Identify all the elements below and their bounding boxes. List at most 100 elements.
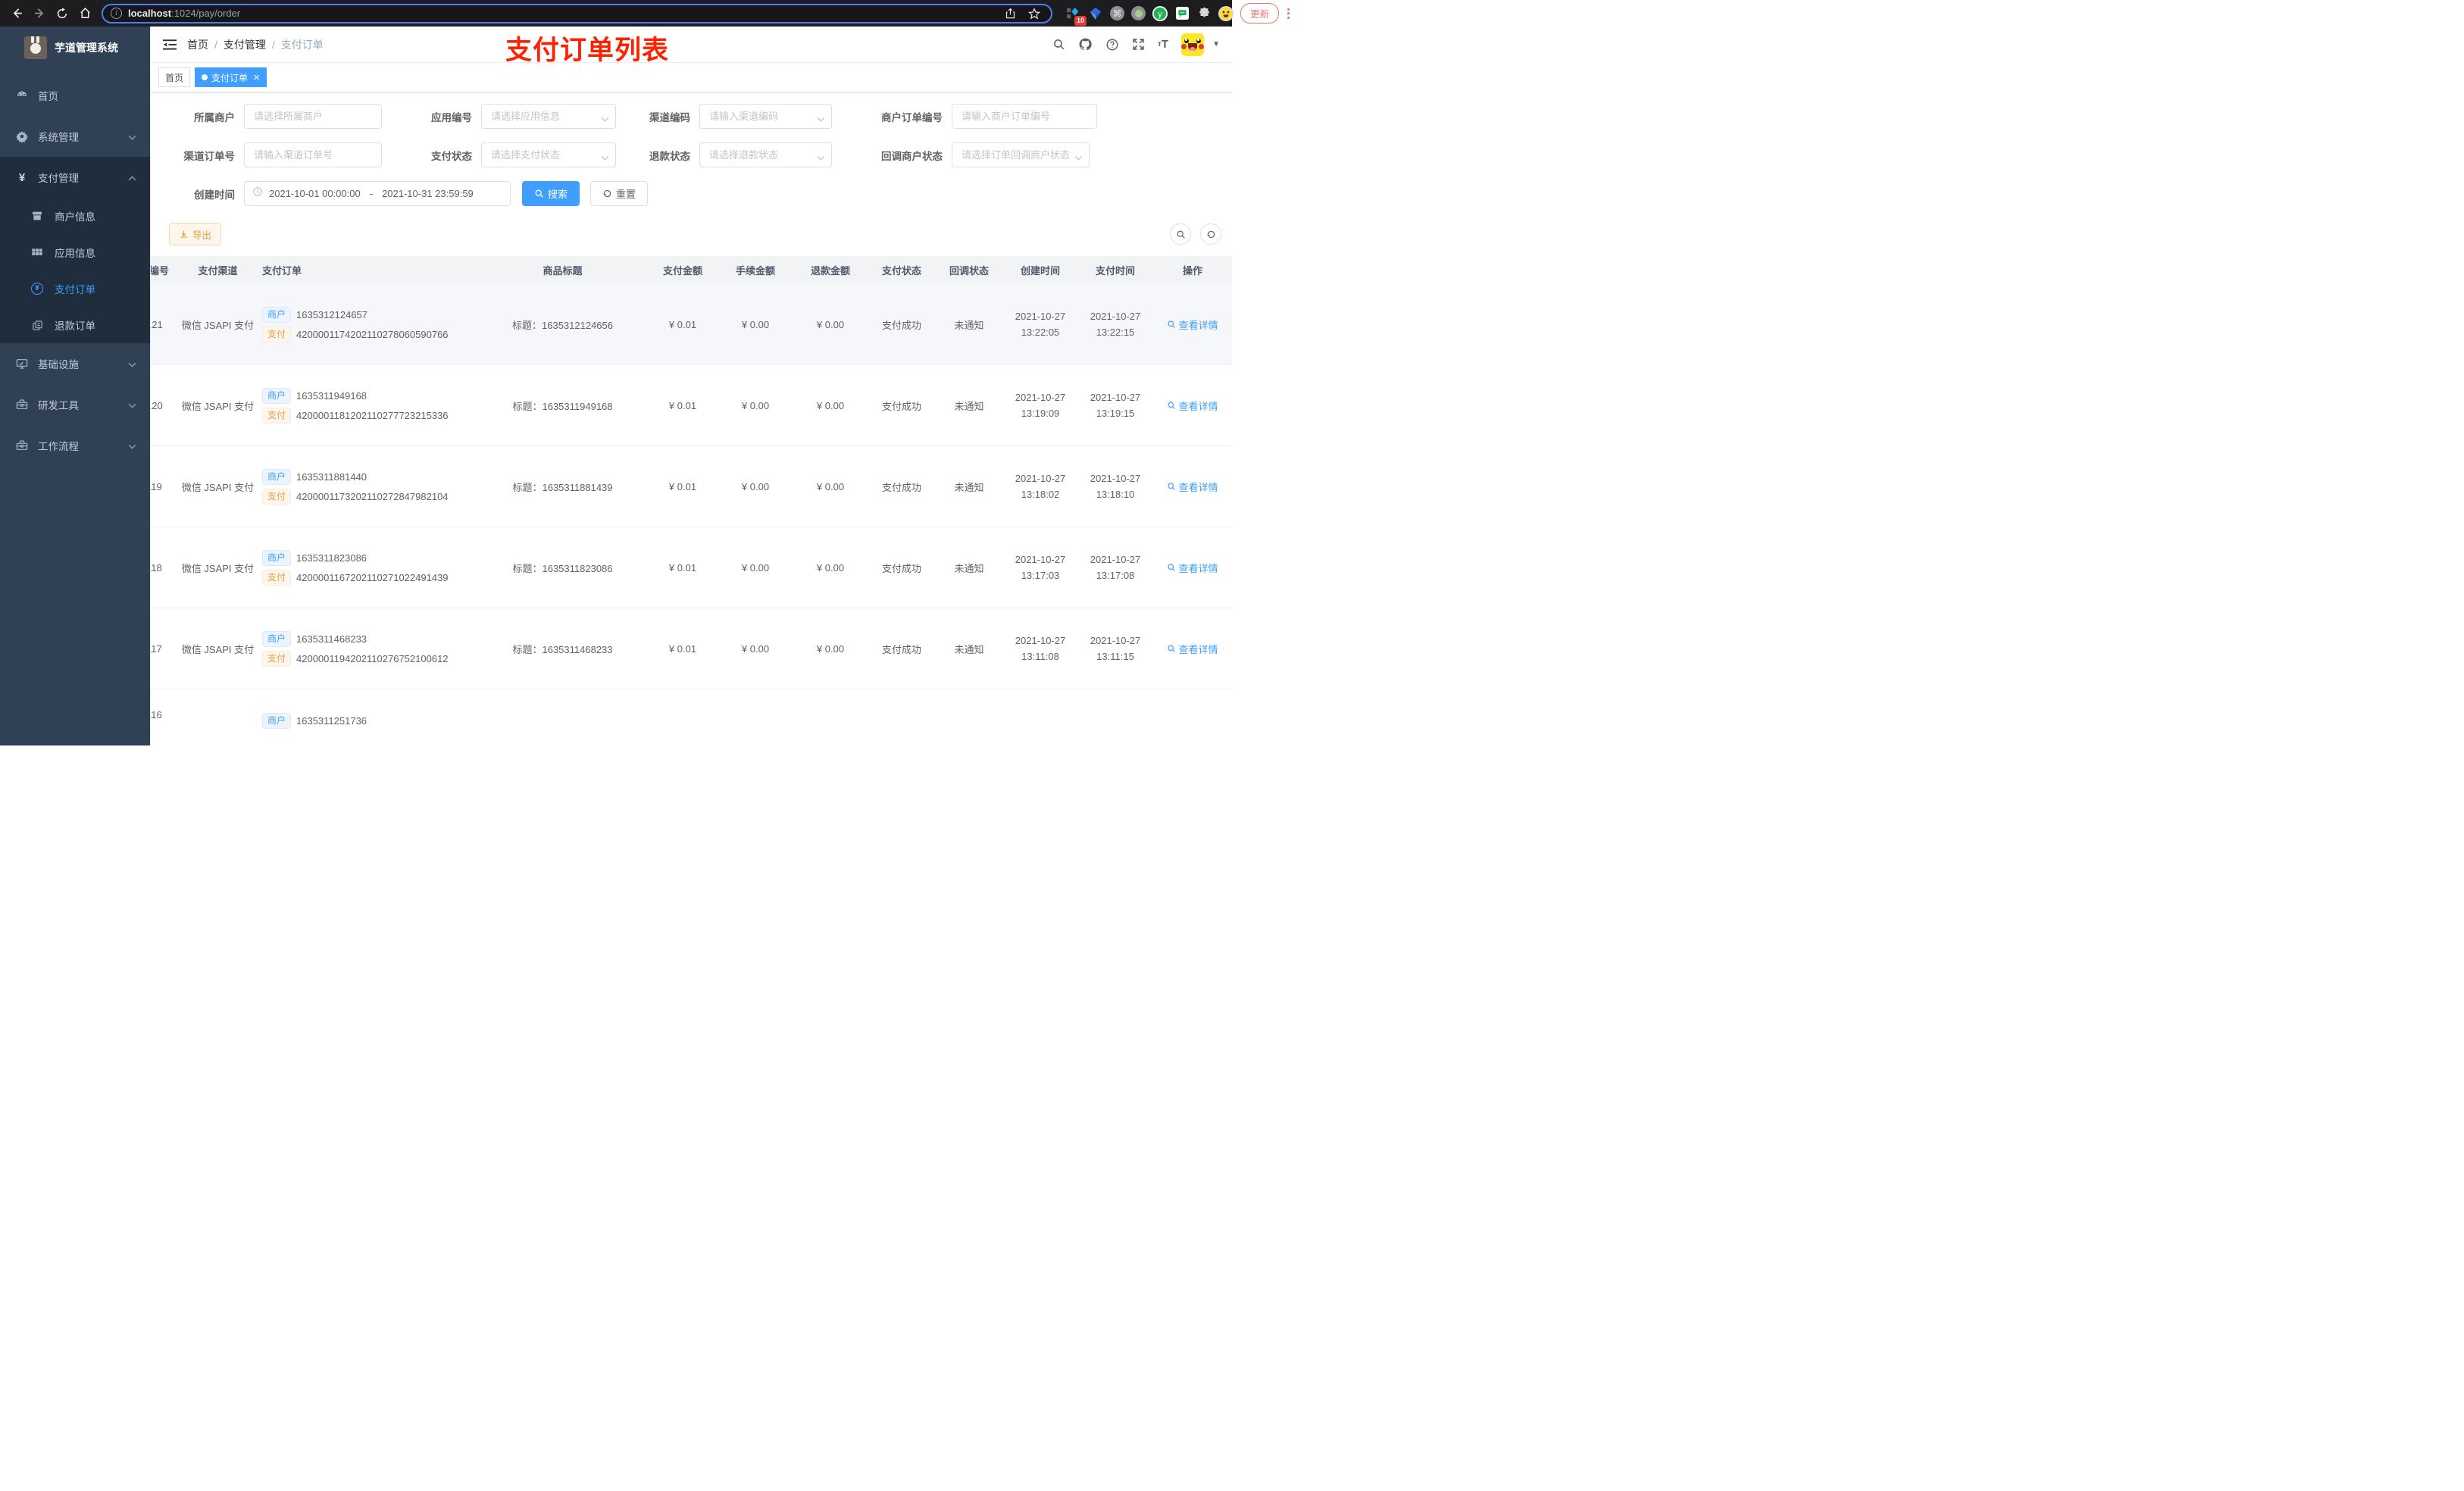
- notify-status-select[interactable]: [952, 142, 1090, 167]
- sidebar-item-label: 首页: [38, 91, 58, 102]
- update-button[interactable]: 更新: [1240, 3, 1280, 23]
- cell-refund: ¥ 0.00: [816, 561, 845, 574]
- browser-menu-icon[interactable]: [1287, 8, 1290, 19]
- home-icon[interactable]: [76, 5, 94, 23]
- cell-amount: ¥ 0.01: [668, 561, 697, 574]
- sidebar-item-app[interactable]: 应用信息: [0, 234, 150, 270]
- search-icon[interactable]: [1052, 38, 1065, 51]
- app-select[interactable]: [481, 104, 616, 129]
- col-paid: 支付时间: [1095, 265, 1135, 277]
- pay-status-select[interactable]: [481, 142, 616, 167]
- cell-title: 标题：1635312124656: [512, 319, 613, 331]
- sidebar-item-infra[interactable]: 基础设施: [0, 343, 150, 384]
- sidebar-item-pay-order[interactable]: ¥ 支付订单: [0, 270, 150, 307]
- github-icon[interactable]: [1078, 37, 1093, 52]
- avatar-caret-icon[interactable]: ▼: [1212, 40, 1220, 48]
- sidebar-item-label: 应用信息: [55, 248, 95, 259]
- order-number: 4200001174202110278060590766: [296, 328, 449, 340]
- close-icon[interactable]: ✕: [253, 73, 260, 83]
- channel-code-select[interactable]: [699, 104, 832, 129]
- cell-channel: 微信 JSAPI 支付: [181, 562, 255, 574]
- filter-row-2: 渠道订单号 支付状态 退款状态 回调商户状态: [158, 142, 1232, 167]
- reload-icon[interactable]: [53, 5, 71, 23]
- cell-amount: [648, 689, 718, 709]
- search-button[interactable]: 搜索: [522, 181, 580, 206]
- fullscreen-icon[interactable]: [1132, 38, 1145, 51]
- table-row: 119 微信 JSAPI 支付商户 1635311881440 支付 420000117…: [151, 446, 1232, 527]
- help-icon[interactable]: [1105, 38, 1119, 52]
- date-range-input[interactable]: 2021-10-01 00:00:00 - 2021-10-31 23:59:5…: [244, 181, 511, 206]
- cell-amount: ¥ 0.01: [668, 480, 697, 492]
- field-label: 渠道编码: [649, 111, 690, 123]
- sidebar-item-workflow[interactable]: 工作流程: [0, 425, 150, 466]
- cell-notify: 未通知: [954, 481, 984, 493]
- view-details-link[interactable]: 查看详情: [1167, 480, 1218, 494]
- view-details-link[interactable]: 查看详情: [1167, 399, 1218, 413]
- site-info-icon[interactable]: i: [111, 8, 122, 19]
- field-label: 支付状态: [431, 150, 472, 162]
- merchant-tag: 商户: [262, 468, 292, 485]
- field-label: 回调商户状态: [881, 150, 943, 162]
- channel-order-no-input[interactable]: [244, 142, 382, 167]
- forward-icon[interactable]: [30, 5, 48, 23]
- sidebar-fold-icon[interactable]: [163, 39, 177, 51]
- back-icon[interactable]: [8, 5, 26, 23]
- yen-circle-icon: ¥: [30, 283, 44, 295]
- merchant-input[interactable]: [244, 104, 382, 129]
- cell-notify: 未通知: [954, 400, 984, 412]
- field-label: 渠道订单号: [183, 150, 236, 162]
- grid-icon: [30, 246, 44, 258]
- extension-kite-icon[interactable]: [1088, 6, 1103, 21]
- share-icon[interactable]: [1001, 5, 1019, 23]
- cell-pay-order: 商户 1635312124657 支付 42000011742021102780605…: [258, 303, 477, 346]
- cell-amount: ¥ 0.01: [668, 642, 697, 655]
- view-details-link[interactable]: 查看详情: [1167, 317, 1218, 332]
- export-button[interactable]: 导出: [169, 223, 222, 245]
- sidebar-item-refund-order[interactable]: 退款订单: [0, 307, 150, 343]
- extension-dot-icon[interactable]: [1131, 6, 1146, 20]
- reset-button[interactable]: 重置: [590, 181, 649, 206]
- order-number: 4200001194202110276752100612: [296, 652, 449, 664]
- cell-status: [868, 689, 936, 709]
- view-details-link[interactable]: 查看详情: [1167, 561, 1218, 575]
- extension-y-icon[interactable]: y: [1152, 5, 1168, 21]
- extension-diamond-icon[interactable]: 10: [1066, 6, 1087, 26]
- sidebar-item-merchant[interactable]: 商户信息: [0, 198, 150, 234]
- chevron-down-icon: [128, 399, 136, 411]
- sidebar-item-pay[interactable]: ¥ 支付管理: [0, 157, 150, 198]
- sidebar-item-home[interactable]: 首页: [0, 75, 150, 116]
- app-logo: 芋道管理系统: [0, 27, 150, 69]
- table-row: 118 微信 JSAPI 支付商户 1635311823086 支付 420000116…: [151, 527, 1232, 608]
- sidebar-item-label: 支付管理: [38, 173, 79, 184]
- refund-status-select[interactable]: [699, 142, 832, 167]
- refresh-button[interactable]: [1200, 223, 1221, 245]
- cell-id: 118: [151, 561, 162, 574]
- view-details-link[interactable]: 查看详情: [1167, 642, 1218, 656]
- main-area: 首页 / 支付管理 / 支付订单 支付订单列表 т T ▼ 首页 支付订单 ✕ …: [150, 27, 1232, 746]
- url-text: localhost:1024/pay/order: [128, 8, 241, 19]
- merchant-order-no-input[interactable]: [952, 104, 1097, 129]
- bookmark-star-icon[interactable]: [1025, 5, 1043, 23]
- avatar[interactable]: [1181, 33, 1205, 56]
- extension-chat-icon[interactable]: [1174, 6, 1190, 21]
- cell-refund: ¥ 0.00: [816, 642, 845, 655]
- extension-puzzle-icon[interactable]: [1196, 6, 1212, 21]
- sidebar-item-dev-tools[interactable]: 研发工具: [0, 384, 150, 425]
- font-size-icon[interactable]: тT: [1158, 38, 1168, 51]
- cell-notify: 未通知: [954, 643, 984, 655]
- toggle-search-button[interactable]: [1170, 223, 1191, 245]
- tab-home[interactable]: 首页: [158, 67, 191, 87]
- chevron-down-icon: [128, 358, 136, 370]
- navbar-icons: тT ▼: [1052, 33, 1220, 56]
- extension-command-icon[interactable]: ⌘: [1110, 6, 1124, 20]
- field-label: 创建时间: [194, 189, 235, 201]
- top-navbar: 首页 / 支付管理 / 支付订单 支付订单列表 т T ▼: [151, 27, 1232, 65]
- sidebar-item-label: 退款订单: [55, 320, 95, 332]
- tab-pay-order[interactable]: 支付订单 ✕: [195, 67, 267, 87]
- cell-paid: [1078, 689, 1152, 709]
- address-bar[interactable]: i localhost:1024/pay/order: [102, 3, 1052, 23]
- breadcrumb-home[interactable]: 首页: [187, 37, 208, 52]
- sidebar-item-system[interactable]: 系统管理: [0, 116, 150, 157]
- extension-emoji-icon[interactable]: [1218, 5, 1234, 21]
- breadcrumb-pay[interactable]: 支付管理: [224, 37, 266, 52]
